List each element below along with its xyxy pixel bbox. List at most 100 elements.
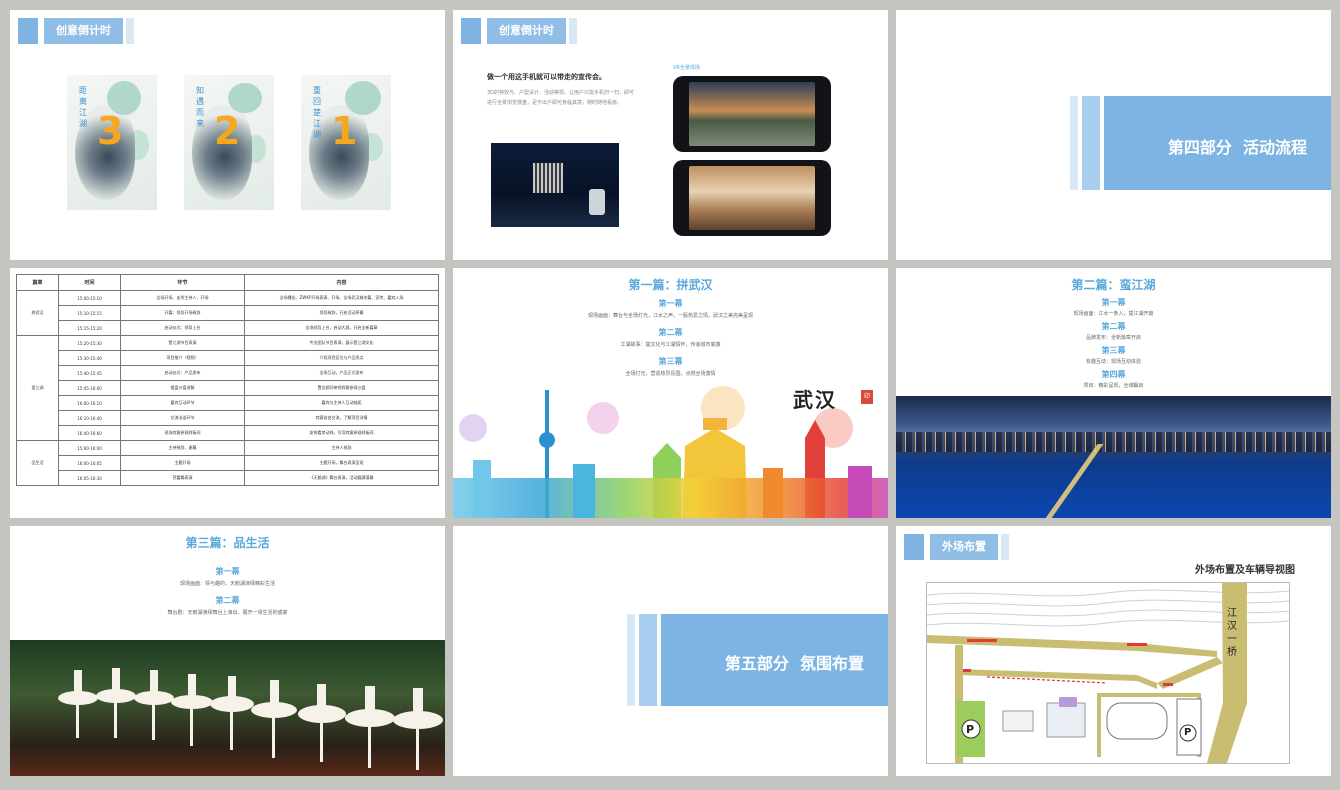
table-row: 15:45-16:00 楼盘沙盘讲解 置业顾问带领宾客参观沙盘 xyxy=(17,380,439,396)
step-cell: 全场开场、走秀主持人、开场 xyxy=(120,290,245,306)
step-cell: 嘉宾互动环节 xyxy=(120,395,245,411)
card-vertical-text: 重回楚江湖 xyxy=(313,86,321,139)
table-row: 16:00-16:10 嘉宾互动环节 嘉宾与主持人互动抽奖 xyxy=(17,395,439,411)
content-cell: 宾客自由交流，了解项目详情 xyxy=(244,410,439,426)
chapter-title: 第三篇：品生活 xyxy=(185,536,270,550)
content-cell: 主持人致辞 xyxy=(244,440,439,456)
column-header: 时间 xyxy=(58,274,121,291)
scene-text: 项目：精彩呈现，全城瞩目 xyxy=(1083,383,1144,389)
slide-section-five[interactable]: 第五部分 氛围布置 xyxy=(453,526,888,776)
hand-phone-icon xyxy=(589,189,605,215)
ballet-photo xyxy=(10,640,445,776)
table-header-row: 篇章 时间 环节 内容 xyxy=(16,274,439,291)
step-cell: 芭蕾舞表演 xyxy=(120,470,245,486)
slide-countdown[interactable]: 创意倒计时 距离江湖 3 知遇而来 2 重回楚江湖 1 xyxy=(10,10,445,260)
scene-heading: 第二幕 xyxy=(215,596,240,605)
scene-heading: 第三幕 xyxy=(1101,346,1126,355)
content-cell: 《天鹅湖》舞台表演，活动圆满落幕 xyxy=(244,470,439,486)
slide-section-four[interactable]: 第四部分 活动流程 xyxy=(896,10,1331,260)
table-row: 15:40-15:45 启动仪式：产品发布 全场互动，产品正式发布 xyxy=(17,365,439,381)
table-row: 品生活 15:60-16:00 主持致辞、谢幕 主持人致辞 xyxy=(16,440,439,486)
slide-chapter-three[interactable]: 第三篇：品生活 第一幕 现场画面：情与趣的，天鹅湖演绎精彩生活 第二幕 舞台剧：… xyxy=(10,526,445,776)
slide-vr-promo[interactable]: 创意倒计时 做一个用这手机就可以带走的宣传会。 3D的特效与、户型设计、活动等现… xyxy=(453,10,888,260)
time-cell: 15:40-15:45 xyxy=(58,365,121,381)
scene-heading: 第一幕 xyxy=(215,567,240,576)
countdown-card-1: 重回楚江湖 1 xyxy=(301,75,391,210)
slide-site-layout[interactable]: 外场布置 外场布置及车辆导视图 P P 江汉一桥 xyxy=(896,526,1331,776)
slide-header-tag: 创意倒计时 xyxy=(461,18,577,44)
section-title-band: 第五部分 氛围布置 xyxy=(661,614,888,706)
step-cell: 交流洽谈环节 xyxy=(120,410,245,426)
content-cell: 全场领导上台，启动大屏，开启全新篇章 xyxy=(244,320,439,336)
promo-headline: 做一个用这手机就可以带走的宣传会。 xyxy=(487,73,606,81)
slide-header-tag: 创意倒计时 xyxy=(18,18,134,44)
step-cell: 启动仪式：领导上台 xyxy=(120,320,245,336)
chapter-title: 第二篇：蛮江湖 xyxy=(1071,278,1156,292)
chapter-cell: 蛮江湖 xyxy=(16,335,59,441)
time-cell: 16:40-16:60 xyxy=(58,425,121,441)
step-cell: 开篇：领导开场致辞 xyxy=(120,305,245,321)
step-cell: 项目推介（视频） xyxy=(120,350,245,366)
time-cell: 16:00-16:05 xyxy=(58,455,121,471)
schedule-table: 篇章 时间 环节 内容 拼武汉 15:00-15:10 全场开场、走秀主持人、开场全… xyxy=(16,274,439,486)
step-cell: 现场宾客参观样板间 xyxy=(120,425,245,441)
step-cell: 主持致辞、谢幕 xyxy=(120,440,245,456)
step-cell: 楼盘沙盘讲解 xyxy=(120,380,245,396)
countdown-number: 3 xyxy=(97,109,124,153)
step-cell: 启动仪式：产品发布 xyxy=(120,365,245,381)
scene-heading: 第二幕 xyxy=(1101,322,1126,331)
section-title-band: 第四部分 活动流程 xyxy=(1104,96,1331,190)
column-header: 内容 xyxy=(244,274,439,291)
table-row: 15:10-15:15 开篇：领导开场致辞 领导致辞，开启活动序幕 xyxy=(17,305,439,321)
slide-header-tag: 外场布置 xyxy=(904,534,1009,560)
promo-body: 3D的特效与、户型设计、活动等现，让用户只需手机扫一扫，即可进行全景浏览楼盘，足… xyxy=(487,90,635,106)
step-cell: 主题开场 xyxy=(120,455,245,471)
road-label: 江汉一桥 xyxy=(1227,608,1237,658)
time-cell: 16:05-16:30 xyxy=(58,470,121,486)
time-cell: 16:10-16:40 xyxy=(58,410,121,426)
time-cell: 15:10-15:15 xyxy=(58,305,121,321)
table-row: 16:10-16:40 交流洽谈环节 宾客自由交流，了解项目详情 xyxy=(17,410,439,426)
qr-photo xyxy=(491,143,619,227)
time-cell: 15:60-16:00 xyxy=(58,440,121,456)
content-cell: 安排看房动线，引导宾客参观样板间 xyxy=(244,425,439,441)
time-cell: 15:15-15:20 xyxy=(58,320,121,336)
countdown-number: 1 xyxy=(331,109,358,153)
table-row: 16:40-16:60 现场宾客参观样板间 安排看房动线，引导宾客参观样板间 xyxy=(17,425,439,441)
slide-sorter: { "slide1": { "tag": "创意倒计时", "cards": [… xyxy=(0,0,1340,790)
column-header: 篇章 xyxy=(16,274,59,291)
card-vertical-text: 距离江湖 xyxy=(79,86,87,128)
table-row: 15:15-15:20 启动仪式：领导上台 全场领导上台，启动大屏，开启全新篇章 xyxy=(17,320,439,336)
section-title: 第四部分 活动流程 xyxy=(1167,138,1307,157)
phone-mockup-bottom xyxy=(673,160,831,236)
scene-heading: 第四幕 xyxy=(1101,370,1126,379)
card-vertical-text: 知遇而来 xyxy=(196,86,204,128)
header-tag-label: 创意倒计时 xyxy=(44,18,123,44)
map-title: 外场布置及车辆导视图 xyxy=(1195,565,1295,576)
slide-chapter-two[interactable]: 第二篇：蛮江湖 第一幕 现场画面：江水一条入，楚江湖开篇 第二幕 品牌发布：全新… xyxy=(896,268,1331,518)
countdown-card-2: 知遇而来 2 xyxy=(184,75,274,210)
time-cell: 15:30-15:40 xyxy=(58,350,121,366)
content-cell: 领导致辞，开启活动序幕 xyxy=(244,305,439,321)
slide-schedule-table[interactable]: 篇章 时间 环节 内容 拼武汉 15:00-15:10 全场开场、走秀主持人、开场全… xyxy=(10,268,445,518)
scene-heading: 第一幕 xyxy=(1101,298,1126,307)
ballet-dancers xyxy=(58,668,443,770)
content-cell: 全场互动，产品正式发布 xyxy=(244,365,439,381)
night-city-photo xyxy=(896,396,1331,518)
parking-icon: P xyxy=(1184,727,1192,738)
slide-chapter-one[interactable]: 第一篇：拼武汉 第一幕 现场画面：舞台与全场灯光，江水之声，一股热爱之情，武汉之… xyxy=(453,268,888,518)
content-cell: 介绍项目区位与产品亮点 xyxy=(244,350,439,366)
content-cell: 专业团队节目表演，展示楚江湖文化 xyxy=(244,335,439,351)
scene-text: 有趣互动：现场互动体验 xyxy=(1085,359,1141,365)
chapter-title: 第一篇：拼武汉 xyxy=(628,278,713,292)
scene-text: 现场画面：舞台与全场灯光，江水之声，一股热爱之情，武汉之美完美呈现 xyxy=(587,313,753,319)
time-cell: 16:00-16:10 xyxy=(58,395,121,411)
content-cell: 嘉宾与主持人互动抽奖 xyxy=(244,395,439,411)
time-cell: 15:45-16:00 xyxy=(58,380,121,396)
countdown-number: 2 xyxy=(214,109,241,153)
qr-code-icon xyxy=(533,163,563,193)
header-tag-label: 创意倒计时 xyxy=(487,18,566,44)
scene-heading: 第一幕 xyxy=(658,299,683,308)
section-title: 第五部分 氛围布置 xyxy=(724,654,864,673)
phone-caption: VR全景现场 xyxy=(673,65,700,71)
